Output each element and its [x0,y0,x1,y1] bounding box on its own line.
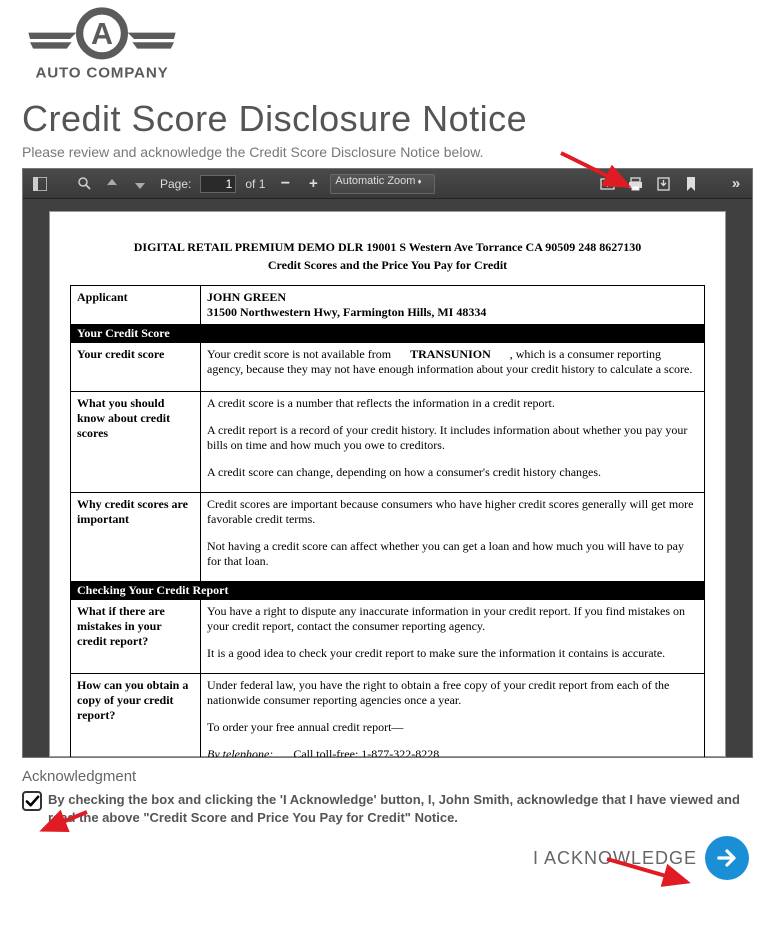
next-page-icon[interactable] [129,173,151,195]
table-row: How can you obtain a copy of your credit… [71,674,705,758]
table-row: Why credit scores are important Credit s… [71,493,705,582]
pdf-page: DIGITAL RETAIL PREMIUM DEMO DLR 19001 S … [49,211,726,757]
bookmark-icon[interactable] [680,173,702,195]
print-icon[interactable] [624,173,646,195]
pdf-scroll-area[interactable]: DIGITAL RETAIL PREMIUM DEMO DLR 19001 S … [23,199,752,757]
search-icon[interactable] [73,173,95,195]
svg-text:A: A [91,17,113,51]
pdf-toolbar: Page: of 1 − + Automatic Zoom♦ » [23,169,752,199]
doc-header-2: Credit Scores and the Price You Pay for … [70,258,705,273]
acknowledge-button-label: I ACKNOWLEDGE [533,848,697,869]
doc-header-1: DIGITAL RETAIL PREMIUM DEMO DLR 19001 S … [70,240,705,255]
zoom-in-icon[interactable]: + [302,173,324,195]
page-input[interactable] [200,175,236,193]
acknowledge-checkbox[interactable] [22,791,42,811]
page-label: Page: [160,177,191,191]
download-icon[interactable] [652,173,674,195]
section-header: Checking Your Credit Report [71,582,705,600]
acknowledge-button[interactable] [705,836,749,880]
section-header: Your Credit Score [71,325,705,343]
acknowledgment-text: By checking the box and clicking the 'I … [48,791,753,826]
table-row: Your credit score Your credit score is n… [71,343,705,392]
page-of: of 1 [245,177,265,191]
table-row: Applicant JOHN GREEN 31500 Northwestern … [71,286,705,325]
applicant-label: Applicant [71,286,201,325]
open-file-icon[interactable] [596,173,618,195]
prev-page-icon[interactable] [101,173,123,195]
brand-logo: A AUTO COMPANY [22,6,753,84]
svg-text:AUTO COMPANY: AUTO COMPANY [35,64,168,81]
disclosure-table: Applicant JOHN GREEN 31500 Northwestern … [70,285,705,757]
sidebar-toggle-icon[interactable] [29,173,51,195]
table-row: What if there are mistakes in your credi… [71,600,705,674]
acknowledgment-title: Acknowledgment [22,768,753,785]
applicant-value: JOHN GREEN 31500 Northwestern Hwy, Farmi… [201,286,705,325]
page-title: Credit Score Disclosure Notice [22,98,753,140]
tools-icon[interactable]: » [724,173,746,195]
pdf-viewer: Page: of 1 − + Automatic Zoom♦ » [22,168,753,758]
zoom-out-icon[interactable]: − [274,173,296,195]
zoom-select[interactable]: Automatic Zoom♦ [330,174,434,194]
page-subtitle: Please review and acknowledge the Credit… [22,144,753,160]
acknowledgment-section: Acknowledgment By checking the box and c… [0,768,775,880]
table-row: What you should know about credit scores… [71,392,705,493]
